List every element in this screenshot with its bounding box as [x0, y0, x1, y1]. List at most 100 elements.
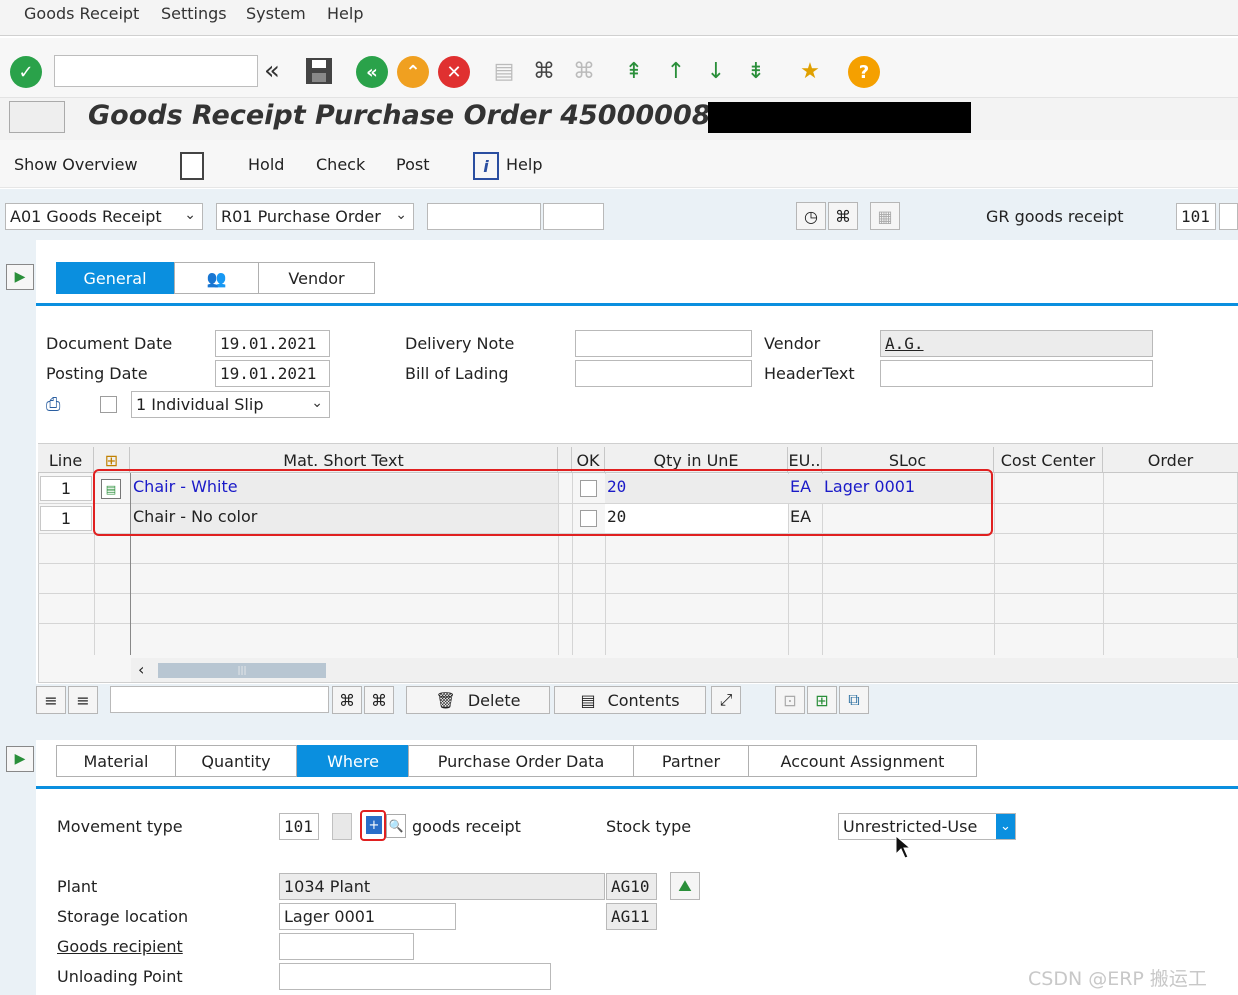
- plus-icon[interactable]: +: [366, 816, 382, 834]
- info-icon[interactable]: i: [473, 152, 499, 180]
- collapse-icon[interactable]: «: [264, 56, 280, 86]
- grid-line: [994, 473, 995, 655]
- left-gutter: [0, 240, 36, 684]
- toggle-detail-icon[interactable]: ▶: [6, 746, 34, 772]
- movement-type-field[interactable]: 101: [1176, 203, 1216, 230]
- toggle-header-icon[interactable]: ▶: [6, 264, 34, 290]
- grid-line: [38, 623, 1238, 624]
- col-order[interactable]: Order: [1103, 447, 1238, 473]
- highlight-box: [93, 469, 993, 536]
- document-date-field[interactable]: 19.01.2021: [215, 330, 330, 357]
- last-page-icon[interactable]: ⇟: [742, 56, 770, 86]
- chevron-down-icon[interactable]: ⌄: [996, 814, 1015, 839]
- goods-recipient-label[interactable]: Goods recipient: [57, 937, 183, 956]
- enter-check-icon[interactable]: ✓: [10, 56, 42, 88]
- storage-code-field[interactable]: AG11: [606, 903, 657, 930]
- header-text-field[interactable]: [880, 360, 1153, 387]
- help-icon[interactable]: ?: [848, 56, 880, 88]
- bill-of-lading-field[interactable]: [575, 360, 752, 387]
- first-page-icon[interactable]: ⇞: [620, 56, 648, 86]
- tab-vendor[interactable]: Vendor: [258, 262, 375, 294]
- unloading-point-field[interactable]: [279, 963, 551, 990]
- posting-date-field[interactable]: 19.01.2021: [215, 360, 330, 387]
- print-checkbox[interactable]: [100, 396, 117, 413]
- document-year-field[interactable]: [543, 203, 604, 230]
- print-icon[interactable]: ▤: [490, 56, 518, 86]
- tab-account-assignment[interactable]: Account Assignment: [748, 745, 977, 777]
- find-next-icon[interactable]: ⌘: [570, 56, 598, 86]
- chevron-down-icon: ⌄: [311, 395, 323, 411]
- tab-general[interactable]: General: [56, 262, 174, 294]
- slip-select[interactable]: 1 Individual Slip ⌄: [131, 391, 330, 418]
- bill-of-lading-label: Bill of Lading: [405, 364, 509, 383]
- tab-purchase-order-data[interactable]: Purchase Order Data: [408, 745, 634, 777]
- storage-location-field[interactable]: Lager 0001: [279, 903, 456, 930]
- header-text-label: HeaderText: [764, 364, 855, 383]
- stock-type-select[interactable]: Unrestricted-Use: [838, 813, 1016, 840]
- check-button[interactable]: Check: [316, 155, 365, 174]
- grid-find-next-icon[interactable]: ⌘: [364, 686, 394, 714]
- tab-underline: [36, 303, 1238, 306]
- back-icon[interactable]: «: [356, 56, 388, 88]
- scroll-left-icon[interactable]: ‹: [138, 660, 144, 679]
- tab-partner[interactable]: Partner: [633, 745, 749, 777]
- exit-icon[interactable]: ⌃: [397, 56, 429, 88]
- chevron-down-icon: ⌄: [184, 207, 196, 223]
- help-button[interactable]: Help: [506, 155, 542, 174]
- vendor-field[interactable]: A.G.: [880, 330, 1153, 357]
- execute-icon[interactable]: ◷: [796, 202, 826, 230]
- delivery-note-field[interactable]: [575, 330, 752, 357]
- add-row-icon[interactable]: ⊞: [807, 686, 837, 714]
- document-date-label: Document Date: [46, 334, 173, 353]
- goods-recipient-field[interactable]: [279, 933, 414, 960]
- previous-page-icon[interactable]: ↑: [662, 56, 690, 86]
- plant-field[interactable]: 1034 Plant: [279, 873, 605, 900]
- col-cost-center[interactable]: Cost Center: [994, 447, 1103, 473]
- movement-type-field[interactable]: 101: [279, 813, 319, 840]
- tab-quantity[interactable]: Quantity: [175, 745, 297, 777]
- document-icon[interactable]: [180, 152, 204, 180]
- command-field[interactable]: [54, 55, 258, 87]
- zoom-icon[interactable]: 🔍: [386, 814, 406, 838]
- new-session-icon[interactable]: ★: [796, 56, 824, 86]
- contents-button[interactable]: ▤ Contents: [554, 686, 706, 714]
- grid-search-field[interactable]: [110, 686, 329, 713]
- menu-system[interactable]: System: [246, 4, 306, 23]
- tab-partners-icon[interactable]: 👥: [174, 262, 259, 294]
- cancel-icon[interactable]: ✕: [438, 56, 470, 88]
- plant-code-field[interactable]: AG10: [606, 873, 657, 900]
- menu-help[interactable]: Help: [327, 4, 363, 23]
- binoculars-icon[interactable]: ⌘: [828, 202, 858, 230]
- lock-icon[interactable]: ⊡: [775, 686, 805, 714]
- find-icon[interactable]: ⌘: [530, 56, 558, 86]
- delete-button[interactable]: 🗑 Delete: [406, 686, 550, 714]
- page-title: Goods Receipt Purchase Order 4500000806: [88, 100, 749, 131]
- action-select[interactable]: A01 Goods Receipt ⌄: [5, 203, 203, 230]
- movement-type-label: GR goods receipt: [986, 207, 1124, 226]
- deselect-all-icon[interactable]: ≡: [68, 686, 98, 714]
- image-icon[interactable]: ⛰: [670, 872, 700, 900]
- hold-button[interactable]: Hold: [248, 155, 284, 174]
- menu-goods-receipt[interactable]: Goods Receipt: [24, 4, 139, 23]
- action-select-value: A01 Goods Receipt: [10, 207, 162, 226]
- reference-select[interactable]: R01 Purchase Order ⌄: [216, 203, 414, 230]
- row2-line: 1: [40, 506, 92, 531]
- expand-icon[interactable]: ⤢: [711, 686, 741, 714]
- save-icon[interactable]: [304, 56, 332, 86]
- movement-type-extra-field[interactable]: [1219, 203, 1238, 230]
- document-number-field[interactable]: [427, 203, 541, 230]
- col-line[interactable]: Line: [38, 447, 94, 473]
- select-all-icon[interactable]: ≡: [36, 686, 66, 714]
- scroll-thumb[interactable]: |||: [158, 663, 326, 678]
- show-overview-button[interactable]: Show Overview: [14, 155, 138, 174]
- screen-menu-icon[interactable]: [9, 101, 65, 133]
- grid-settings-icon[interactable]: ▦: [870, 202, 900, 230]
- grid-find-icon[interactable]: ⌘: [332, 686, 362, 714]
- menu-bar: Goods Receipt Settings System Help: [0, 0, 1238, 36]
- post-button[interactable]: Post: [396, 155, 429, 174]
- copy-row-icon[interactable]: ⧉: [839, 686, 869, 714]
- tab-material[interactable]: Material: [56, 745, 176, 777]
- menu-settings[interactable]: Settings: [161, 4, 227, 23]
- next-page-icon[interactable]: ↓: [702, 56, 730, 86]
- tab-where[interactable]: Where: [297, 745, 409, 777]
